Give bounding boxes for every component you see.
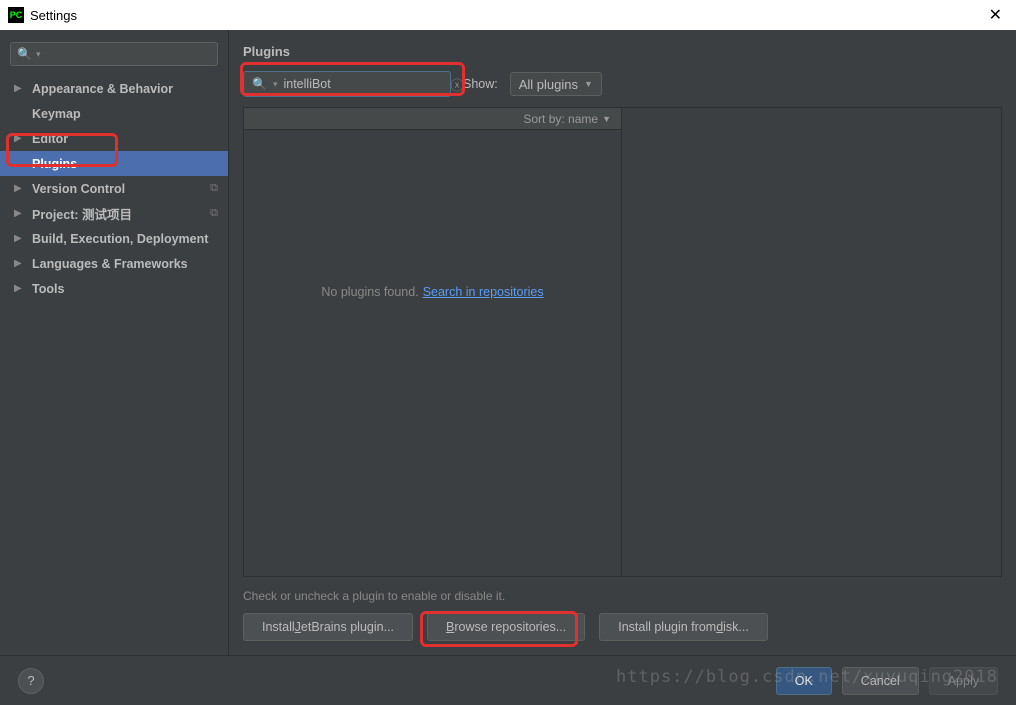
sidebar-item-keymap[interactable]: ▶ Keymap — [0, 101, 228, 126]
plugin-search-input[interactable] — [283, 77, 444, 91]
close-icon[interactable]: ✕ — [983, 5, 1008, 25]
help-button[interactable]: ? — [18, 668, 44, 694]
sidebar-item-plugins[interactable]: ▶ Plugins — [0, 151, 228, 176]
sidebar-item-label: Editor — [32, 132, 228, 146]
plugin-search-row: 🔍 ▾ ⓧ Show: All plugins ▼ — [229, 67, 1016, 107]
sort-header[interactable]: Sort by: name ▼ — [244, 108, 621, 130]
show-filter-dropdown[interactable]: All plugins ▼ — [510, 72, 602, 96]
show-label: Show: — [463, 77, 498, 91]
settings-sidebar: 🔍 ▾ ▶ Appearance & Behavior ▶ Keymap ▶ E… — [0, 30, 229, 655]
footer-buttons: OK Cancel Apply — [776, 667, 998, 695]
dialog-content: 🔍 ▾ ▶ Appearance & Behavior ▶ Keymap ▶ E… — [0, 30, 1016, 655]
dropdown-value: All plugins — [519, 77, 578, 92]
chevron-down-icon: ▼ — [584, 79, 593, 89]
search-icon: 🔍 — [252, 77, 267, 91]
sidebar-item-editor[interactable]: ▶ Editor — [0, 126, 228, 151]
dialog-footer: ? OK Cancel Apply — [0, 655, 1016, 705]
install-from-disk-button[interactable]: Install plugin from disk... — [599, 613, 768, 641]
search-repositories-link[interactable]: Search in repositories — [423, 285, 544, 299]
cancel-button[interactable]: Cancel — [842, 667, 919, 695]
window-title: Settings — [30, 8, 77, 23]
plugin-search[interactable]: 🔍 ▾ ⓧ — [243, 71, 451, 97]
title-left: PC Settings — [8, 7, 77, 23]
browse-repositories-button[interactable]: Browse repositories... — [427, 613, 585, 641]
ok-button[interactable]: OK — [776, 667, 832, 695]
sidebar-item-label: Tools — [32, 282, 228, 296]
sidebar-item-label: Plugins — [32, 157, 228, 171]
sidebar-item-version-control[interactable]: ▶ Version Control ⧉ — [0, 176, 228, 201]
install-jetbrains-button[interactable]: Install JetBrains plugin... — [243, 613, 413, 641]
sidebar-item-tools[interactable]: ▶ Tools — [0, 276, 228, 301]
title-bar: PC Settings ✕ — [0, 0, 1016, 30]
sidebar-item-project[interactable]: ▶ Project: 测试项目 ⧉ — [0, 201, 228, 226]
project-scope-icon: ⧉ — [210, 182, 218, 195]
page-title: Plugins — [229, 30, 1016, 67]
sidebar-item-label: Build, Execution, Deployment — [32, 232, 228, 246]
chevron-right-icon: ▶ — [14, 258, 22, 269]
hint-text: Check or uncheck a plugin to enable or d… — [229, 577, 1016, 613]
sort-label: Sort by: name — [523, 112, 598, 126]
plugin-action-buttons: Install JetBrains plugin... Browse repos… — [229, 613, 1016, 655]
apply-button[interactable]: Apply — [929, 667, 998, 695]
chevron-right-icon: ▶ — [14, 208, 22, 219]
dropdown-arrow-icon: ▾ — [273, 79, 278, 90]
plugin-split-area: Sort by: name ▼ No plugins found. Search… — [243, 107, 1002, 577]
sidebar-item-label: Keymap — [32, 107, 228, 121]
empty-text: No plugins found. — [321, 285, 418, 299]
sidebar-item-label: Appearance & Behavior — [32, 82, 228, 96]
clear-icon[interactable]: ⓧ — [450, 75, 463, 94]
sidebar-item-build[interactable]: ▶ Build, Execution, Deployment — [0, 226, 228, 251]
settings-main-panel: Plugins 🔍 ▾ ⓧ Show: All plugins ▼ Sort b… — [229, 30, 1016, 655]
chevron-right-icon: ▶ — [14, 83, 22, 94]
chevron-right-icon: ▶ — [14, 183, 22, 194]
sidebar-item-appearance[interactable]: ▶ Appearance & Behavior — [0, 76, 228, 101]
sidebar-item-label: Languages & Frameworks — [32, 257, 228, 271]
plugin-list-pane: Sort by: name ▼ No plugins found. Search… — [244, 108, 622, 576]
sidebar-item-languages[interactable]: ▶ Languages & Frameworks — [0, 251, 228, 276]
chevron-right-icon: ▶ — [14, 233, 22, 244]
chevron-right-icon: ▶ — [14, 133, 22, 144]
chevron-down-icon: ▼ — [602, 114, 611, 124]
chevron-right-icon: ▶ — [14, 283, 22, 294]
search-icon: 🔍 — [17, 47, 32, 61]
project-scope-icon: ⧉ — [210, 207, 218, 220]
dropdown-arrow-icon: ▾ — [36, 49, 41, 60]
sidebar-search[interactable]: 🔍 ▾ — [10, 42, 218, 66]
empty-state: No plugins found. Search in repositories — [244, 130, 621, 576]
sidebar-item-label: Version Control — [32, 182, 200, 196]
plugin-detail-pane — [622, 108, 1001, 576]
sidebar-item-label: Project: 测试项目 — [32, 204, 200, 223]
app-icon: PC — [8, 7, 24, 23]
